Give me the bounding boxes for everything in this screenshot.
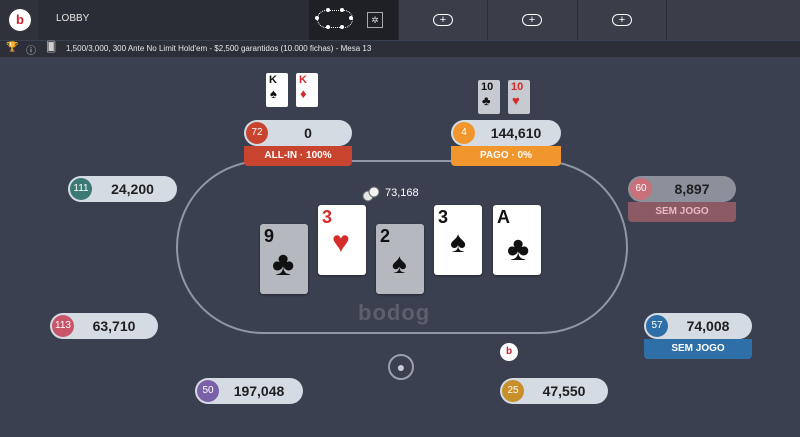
hole-card: 10 ♣ (478, 80, 500, 114)
board-card: 3 ♠ (434, 205, 482, 275)
hole-card: 10 ♥ (508, 80, 530, 114)
spade-icon: ♠ (450, 226, 466, 259)
player-stack: 47,550 (542, 383, 586, 399)
seat-badge: 57 (646, 315, 668, 337)
player-status: SEM JOGO (628, 202, 736, 222)
bodog-logo-icon[interactable]: b (9, 9, 31, 31)
card-rank: K (299, 74, 307, 86)
player-stack: 144,610 (490, 125, 542, 141)
card-rank: 9 (264, 226, 275, 246)
player-seat-111[interactable]: 111 24,200 (68, 176, 177, 202)
player-stack: 197,048 (233, 383, 285, 399)
chips-icon (362, 186, 380, 202)
club-icon: ♣ (482, 93, 491, 108)
heart-icon: ♥ (512, 93, 520, 108)
table-settings-icon[interactable]: ✲ (367, 12, 383, 28)
seat-badge: 25 (502, 380, 524, 402)
seat-badge: 111 (70, 178, 92, 200)
info-bar: 🏆 ⓘ 🂠 1,500/3,000, 300 Ante No Limit Hol… (0, 41, 800, 57)
player-stack: 0 (304, 125, 312, 141)
dealer-button-icon: b (500, 343, 518, 361)
add-table-icon[interactable]: + (522, 14, 542, 26)
player-status: PAGO · 0% (451, 146, 561, 166)
cards-icon[interactable]: 🂠 (46, 42, 56, 53)
seat-badge: 60 (630, 178, 652, 200)
tournament-info: 1,500/3,000, 300 Ante No Limit Hold'em -… (66, 44, 372, 53)
board-card: 3 ♥ (318, 205, 366, 275)
club-icon: ♣ (272, 245, 295, 283)
seat-badge: 50 (197, 380, 219, 402)
player-seat-60[interactable]: 60 8,897 (628, 176, 736, 202)
player-seat-25[interactable]: 25 47,550 (500, 378, 608, 404)
add-table-icon[interactable]: + (433, 14, 453, 26)
heart-icon: ♥ (332, 226, 350, 259)
player-stack: 8,897 (674, 181, 710, 197)
player-stack: 24,200 (111, 181, 154, 197)
tab-add-table-2[interactable]: + (487, 0, 577, 40)
player-stack: 74,008 (686, 318, 730, 334)
card-rank: 2 (380, 226, 391, 246)
player-status: ALL-IN · 100% (244, 146, 352, 166)
seat-badge: 113 (52, 315, 74, 337)
board-card: A ♣ (493, 205, 541, 275)
hole-card: K ♠ (266, 73, 288, 107)
tab-current-table[interactable]: ✲ (308, 0, 399, 40)
player-seat-50[interactable]: 50 197,048 (195, 378, 303, 404)
lobby-link[interactable]: LOBBY (56, 13, 89, 24)
diamond-icon: ♦ (300, 86, 307, 101)
club-icon: ♣ (507, 230, 530, 268)
info-icon[interactable]: ⓘ (26, 42, 36, 57)
table-watermark: bodog (358, 300, 431, 325)
spade-icon: ♠ (270, 86, 277, 101)
player-seat-57[interactable]: 57 74,008 (644, 313, 752, 339)
tab-add-table-1[interactable]: + (398, 0, 487, 40)
player-seat-113[interactable]: 113 63,710 (50, 313, 158, 339)
logo-box[interactable]: b (0, 0, 38, 40)
player-stack: 63,710 (92, 318, 136, 334)
spade-icon: ♠ (392, 248, 407, 279)
player-seat-4[interactable]: 4 144,610 (451, 120, 561, 146)
card-rank: K (269, 74, 277, 86)
mini-table-icon (315, 8, 353, 29)
add-table-icon[interactable]: + (612, 14, 632, 26)
card-rank: 3 (438, 207, 449, 227)
player-status: SEM JOGO (644, 339, 752, 359)
tab-add-table-3[interactable]: + (577, 0, 667, 40)
card-rank: 10 (481, 81, 494, 93)
tab-empty-area (666, 0, 800, 40)
seat-badge: 72 (246, 122, 268, 144)
user-icon[interactable]: ● (388, 354, 414, 380)
player-seat-72[interactable]: 72 0 (244, 120, 352, 146)
card-rank: A (497, 207, 510, 227)
seat-badge: 4 (453, 122, 475, 144)
board-card: 2 ♠ (376, 224, 424, 294)
board-card: 9 ♣ (260, 224, 308, 294)
card-rank: 3 (322, 207, 333, 227)
hole-card: K ♦ (296, 73, 318, 107)
pot-amount: 73,168 (385, 187, 419, 199)
trophy-icon[interactable]: 🏆 (6, 42, 18, 53)
card-rank: 10 (511, 81, 524, 93)
